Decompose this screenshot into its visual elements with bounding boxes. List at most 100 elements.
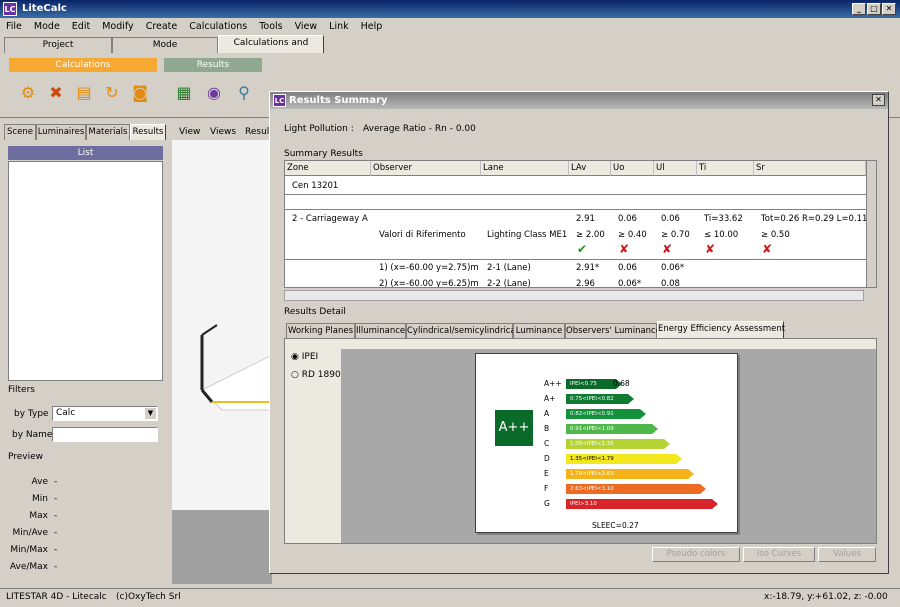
refresh-icon[interactable]: ↻ [100, 81, 124, 105]
by-type-select[interactable]: Calc ▼ [52, 406, 158, 421]
view-3d[interactable]: View Views Resul [172, 124, 272, 584]
scene-canvas[interactable] [172, 140, 272, 584]
col-lav[interactable]: LAv [569, 161, 611, 176]
zone-cell[interactable]: 2 - Carriageway A [292, 214, 368, 224]
col-sr[interactable]: Sr [754, 161, 866, 176]
values-button[interactable]: Values [818, 547, 876, 562]
menu-tools[interactable]: Tools [253, 19, 288, 34]
by-name-input[interactable] [52, 427, 158, 442]
ref-lane: Lighting Class ME1 [487, 230, 568, 240]
ipei-radio[interactable]: ◉ IPEI [291, 352, 318, 362]
check-icon: ✔ [577, 242, 588, 256]
menubar: File Mode Edit Modify Create Calculations Tool… [0, 19, 900, 36]
minimize-button[interactable]: _ [852, 3, 866, 15]
tab-calculations-results[interactable]: Calculations and Results [218, 35, 324, 63]
tab-cylindrical[interactable]: Cylindrical/semicylindrical [406, 323, 518, 338]
results-logo-icon: LC [273, 94, 286, 107]
tab-luminaires[interactable]: Luminaires [36, 124, 86, 140]
cross-icon: ✘ [762, 242, 773, 256]
tab-energy-efficiency[interactable]: Energy Efficiency Assessment [657, 321, 785, 338]
ti-cell: Ti=33.62 [704, 214, 743, 224]
results-list[interactable] [8, 161, 163, 381]
ref-observer: Valori di Riferimento [379, 230, 466, 240]
view-tab[interactable]: View [179, 127, 200, 137]
col-zone[interactable]: Zone [285, 161, 371, 176]
col-observer[interactable]: Observer [371, 161, 481, 176]
menu-create[interactable]: Create [140, 19, 184, 34]
main-tabs: Project Mode Calculations and Results [0, 35, 900, 63]
energy-bar: 1.09<IPEI<1.35 [566, 439, 670, 449]
preview-key: Min [32, 494, 48, 504]
col-ul[interactable]: Ul [654, 161, 697, 176]
col-ti[interactable]: Ti [697, 161, 754, 176]
tab-observers-luminance[interactable]: Observers' Luminance [565, 323, 661, 338]
results-group-label: Results [164, 58, 262, 72]
preview-value: - [54, 562, 58, 572]
energy-class-label: E [544, 469, 549, 478]
energy-bar: IPEI>3.10 [566, 499, 718, 509]
rd1890-radio[interactable]: ○ RD 1890 [291, 370, 341, 380]
light-pollution-label: Light Pollution : [284, 124, 354, 134]
col-uo[interactable]: Uo [611, 161, 654, 176]
menu-mode[interactable]: Mode [28, 19, 66, 34]
tab-scene[interactable]: Scene [4, 124, 36, 140]
tab-mode[interactable]: Mode [112, 37, 218, 53]
left-panel: Scene Luminaires Materials Results List … [4, 124, 168, 584]
menu-help[interactable]: Help [355, 19, 389, 34]
camera-icon[interactable]: ◙ [128, 81, 152, 105]
tab-working-planes[interactable]: Working Planes [286, 323, 355, 338]
menu-edit[interactable]: Edit [66, 19, 96, 34]
preview-key: Ave/Max [9, 562, 48, 572]
ul-cell: 0.06 [661, 214, 680, 224]
magnifier-icon[interactable]: ⚲ [232, 81, 256, 105]
energy-class-label: B [544, 424, 550, 433]
energy-class-label: G [544, 499, 550, 508]
tab-materials[interactable]: Materials [86, 124, 130, 140]
tab-illuminance[interactable]: Illuminance [355, 323, 406, 338]
energy-bar: 1.79<IPEI<2.63 [566, 469, 694, 479]
iso-curves-button[interactable]: Iso Curves [743, 547, 815, 562]
sleec-value: SLEEC=0.27 [592, 521, 639, 530]
cross-icon: ✘ [705, 242, 716, 256]
energy-bar: 2.63<IPEI<3.10 [566, 484, 706, 494]
close-results-button[interactable]: ✕ [872, 94, 885, 106]
preview-value: - [54, 545, 58, 555]
tab-results[interactable]: Results [130, 124, 166, 140]
table-hscrollbar[interactable] [284, 290, 864, 301]
energy-label-card: A++ A++ IPEI<0.75 A+ 0.75<IPEI<0.82 A 0.82<IP… [475, 353, 738, 533]
energy-class-badge: A++ [495, 410, 533, 446]
isolux-icon[interactable]: ◉ [202, 81, 226, 105]
pseudo-colors-button[interactable]: Pseudo colors [652, 547, 740, 562]
col-lane[interactable]: Lane [481, 161, 569, 176]
views-tab[interactable]: Views [210, 127, 236, 137]
menu-file[interactable]: File [0, 19, 28, 34]
cen-row[interactable]: Cen 13201 [292, 181, 338, 191]
preview-value: - [54, 494, 58, 504]
tab-luminance[interactable]: Luminance [513, 323, 565, 338]
app-titlebar: LC LiteCalc _ □ ✕ [0, 0, 900, 18]
table-vscrollbar[interactable] [866, 161, 876, 287]
results-view-tab[interactable]: Resul [245, 127, 269, 137]
menu-modify[interactable]: Modify [96, 19, 139, 34]
summary-table: Zone Observer Lane LAv Uo Ul Ti Sr Cen 1… [284, 160, 877, 288]
cancel-calc-icon[interactable]: ✖ [44, 81, 68, 105]
gears-icon[interactable]: ⚙ [16, 81, 40, 105]
status-copyright: (c)OxyTech Srl [116, 592, 181, 602]
menu-calculations[interactable]: Calculations [183, 19, 253, 34]
energy-bar: IPEI<0.75 [566, 379, 622, 389]
menu-link[interactable]: Link [323, 19, 354, 34]
observer-1[interactable]: 1) (x=-60.00 y=2.75)m [379, 263, 479, 273]
ul-1: 0.06* [661, 263, 685, 273]
by-type-label: by Type [14, 409, 49, 419]
energy-class-label: A [544, 409, 550, 418]
clapper-icon[interactable]: ▤ [72, 81, 96, 105]
ref-ul: ≥ 0.70 [661, 230, 690, 240]
menu-view[interactable]: View [289, 19, 324, 34]
observer-2[interactable]: 2) (x=-60.00 y=6.25)m [379, 279, 479, 287]
report-icon[interactable]: ▦ [172, 81, 196, 105]
preview-value: - [54, 477, 58, 487]
chevron-down-icon[interactable]: ▼ [145, 408, 156, 419]
tab-project[interactable]: Project [4, 37, 112, 53]
maximize-button[interactable]: □ [867, 3, 881, 15]
close-button[interactable]: ✕ [882, 3, 896, 15]
